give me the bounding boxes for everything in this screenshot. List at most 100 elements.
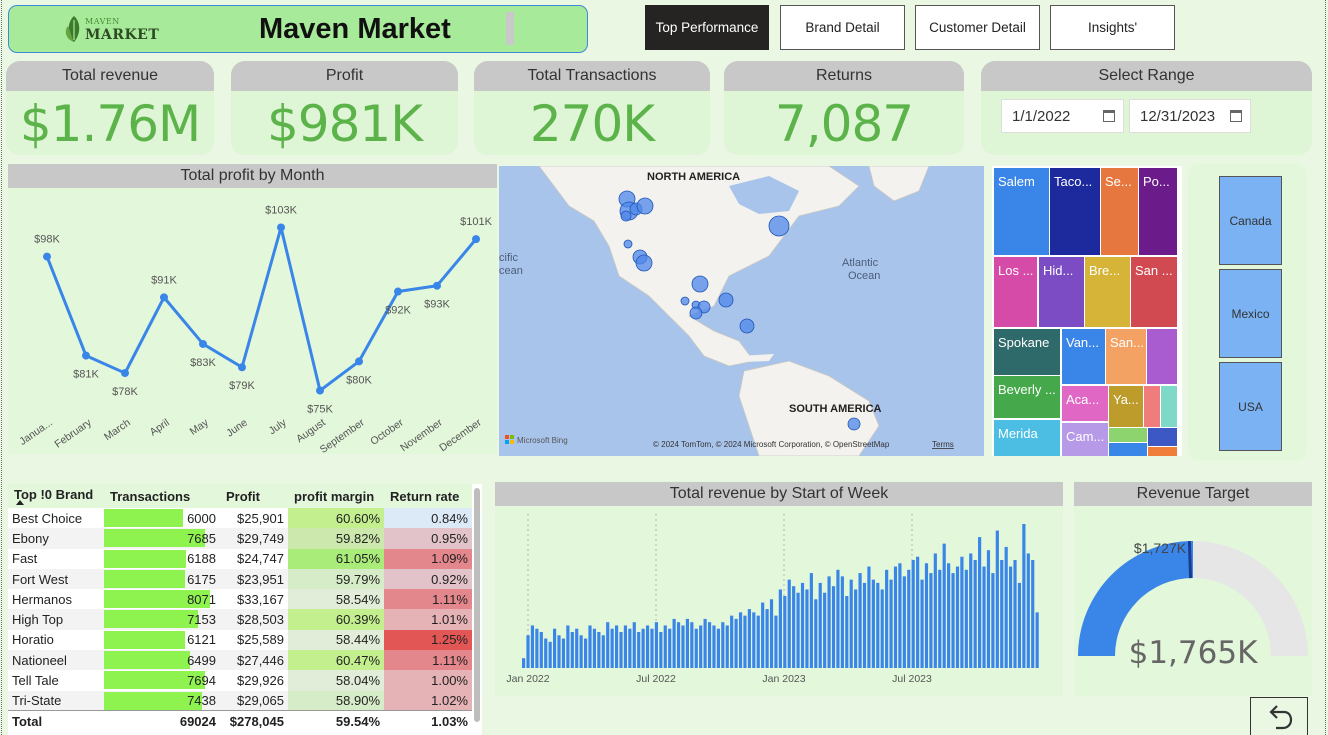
store-bubble[interactable] [768,215,790,237]
week-revenue-bar[interactable] [654,622,659,668]
table-row[interactable]: Ebony 7685 $29,749 59.82% 0.95% [8,528,472,549]
week-revenue-bar[interactable] [703,618,707,668]
store-bubble[interactable] [623,239,633,249]
week-revenue-bar[interactable] [663,625,667,668]
week-revenue-bar[interactable] [929,573,933,668]
table-row[interactable]: Horatio 6121 $25,589 58.44% 1.25% [8,629,472,651]
week-revenue-bar[interactable] [920,579,924,668]
store-bubble[interactable] [739,318,755,334]
week-revenue-bar[interactable] [849,579,853,668]
table-row[interactable]: Best Choice 6000 $25,901 60.60% 0.84% [8,508,472,529]
profit-point[interactable] [277,223,285,232]
week-revenue-bar[interactable] [823,592,827,668]
week-revenue-bar[interactable] [862,582,867,668]
week-revenue-bar[interactable] [969,553,973,668]
week-revenue-bar[interactable] [1004,546,1008,668]
week-revenue-bar[interactable] [800,582,805,668]
week-revenue-bar[interactable] [721,622,725,668]
week-revenue-bar[interactable] [583,638,588,668]
store-bubble[interactable] [636,197,654,215]
profit-point[interactable] [472,235,480,244]
week-revenue-bar[interactable] [845,596,849,668]
week-revenue-bar[interactable] [1022,524,1026,668]
treemap-tile[interactable]: Salem [994,168,1049,255]
week-revenue-bar[interactable] [592,628,597,668]
week-revenue-bar[interactable] [783,596,787,668]
week-revenue-bar[interactable] [575,628,579,668]
store-bubble[interactable] [691,275,709,293]
week-revenue-bar[interactable] [911,560,915,668]
week-revenue-bar[interactable] [712,625,716,668]
week-revenue-bar[interactable] [752,612,756,668]
week-revenue-bar[interactable] [588,625,592,668]
table-row[interactable]: Hermanos 8071 $33,167 58.54% 1.11% [8,589,472,610]
week-revenue-bar[interactable] [973,560,977,668]
profit-point[interactable] [316,386,324,395]
week-revenue-bar[interactable] [907,569,911,668]
treemap-tile[interactable]: Los ... [994,257,1037,327]
week-revenue-bar[interactable] [854,589,858,668]
week-revenue-bar[interactable] [606,622,610,668]
col-header-profit[interactable]: Profit [220,484,288,508]
treemap-tile[interactable] [1109,428,1147,442]
week-revenue-bar[interactable] [831,586,836,668]
store-bubble[interactable] [635,254,653,272]
treemap-tile[interactable]: Spokane [994,329,1060,375]
week-revenue-bar[interactable] [672,618,676,668]
country-mexico-button[interactable]: Mexico [1219,269,1282,358]
map-terms-link[interactable]: Terms [932,440,954,449]
week-revenue-bar[interactable] [871,579,875,668]
week-revenue-bar[interactable] [685,618,689,668]
week-revenue-bar[interactable] [938,569,942,668]
treemap-tile[interactable]: Beverly ... [994,376,1060,418]
week-revenue-bar[interactable] [964,569,968,668]
store-map[interactable]: NORTH AMERICA SOUTH AMERICA Atlantic Oce… [499,166,984,456]
week-revenue-bar[interactable] [885,569,889,668]
col-header-return-rate[interactable]: Return rate [384,484,472,508]
week-revenue-bar[interactable] [552,628,557,668]
week-revenue-bar[interactable] [1009,566,1013,668]
nav-top-performance[interactable]: Top Performance [645,5,769,50]
week-revenue-bar[interactable] [867,566,871,668]
week-revenue-bar[interactable] [535,628,539,668]
table-scrollbar[interactable] [474,488,480,722]
week-revenue-bar[interactable] [858,573,862,668]
week-revenue-bar[interactable] [566,625,570,668]
week-revenue-bar[interactable] [637,632,641,668]
treemap-tile[interactable]: Aca... [1062,386,1108,421]
start-date-input[interactable]: 1/1/2022 [1001,99,1124,133]
week-revenue-bar[interactable] [809,573,813,668]
week-revenue-bar[interactable] [570,632,574,668]
table-row[interactable]: Fort West 6175 $23,951 59.79% 0.92% [8,568,472,590]
week-revenue-bar[interactable] [840,576,844,668]
week-revenue-bar[interactable] [805,589,809,668]
week-revenue-bar[interactable] [730,615,734,668]
table-row[interactable]: High Top 7153 $28,503 60.39% 1.01% [8,609,472,630]
country-usa-button[interactable]: USA [1219,362,1282,451]
week-revenue-bar[interactable] [995,530,999,668]
week-revenue-bar[interactable] [561,638,566,668]
week-revenue-bar[interactable] [659,632,663,668]
week-revenue-bar[interactable] [716,628,720,668]
week-revenue-bar[interactable] [889,579,893,668]
treemap-tile[interactable]: Bre... [1085,257,1130,327]
treemap-tile[interactable] [1161,386,1177,427]
week-revenue-bar[interactable] [522,658,526,668]
week-revenue-bar[interactable] [650,628,654,668]
table-row[interactable]: Fast 6188 $24,747 61.05% 1.09% [8,548,472,569]
week-revenue-bar[interactable] [902,576,906,668]
week-revenue-bar[interactable] [1031,560,1035,668]
week-revenue-bar[interactable] [628,628,632,668]
week-revenue-bar[interactable] [544,638,548,668]
store-bubble[interactable] [689,306,703,320]
week-revenue-bar[interactable] [836,569,840,668]
store-bubble[interactable] [718,292,734,308]
week-revenue-bar[interactable] [694,628,698,668]
week-revenue-bar[interactable] [610,628,614,668]
week-revenue-bar[interactable] [778,589,782,668]
treemap-tile[interactable] [1147,329,1177,384]
profit-point[interactable] [43,252,51,261]
week-revenue-bar[interactable] [769,599,774,668]
back-button[interactable] [1250,697,1308,735]
week-revenue-bar[interactable] [614,625,619,668]
